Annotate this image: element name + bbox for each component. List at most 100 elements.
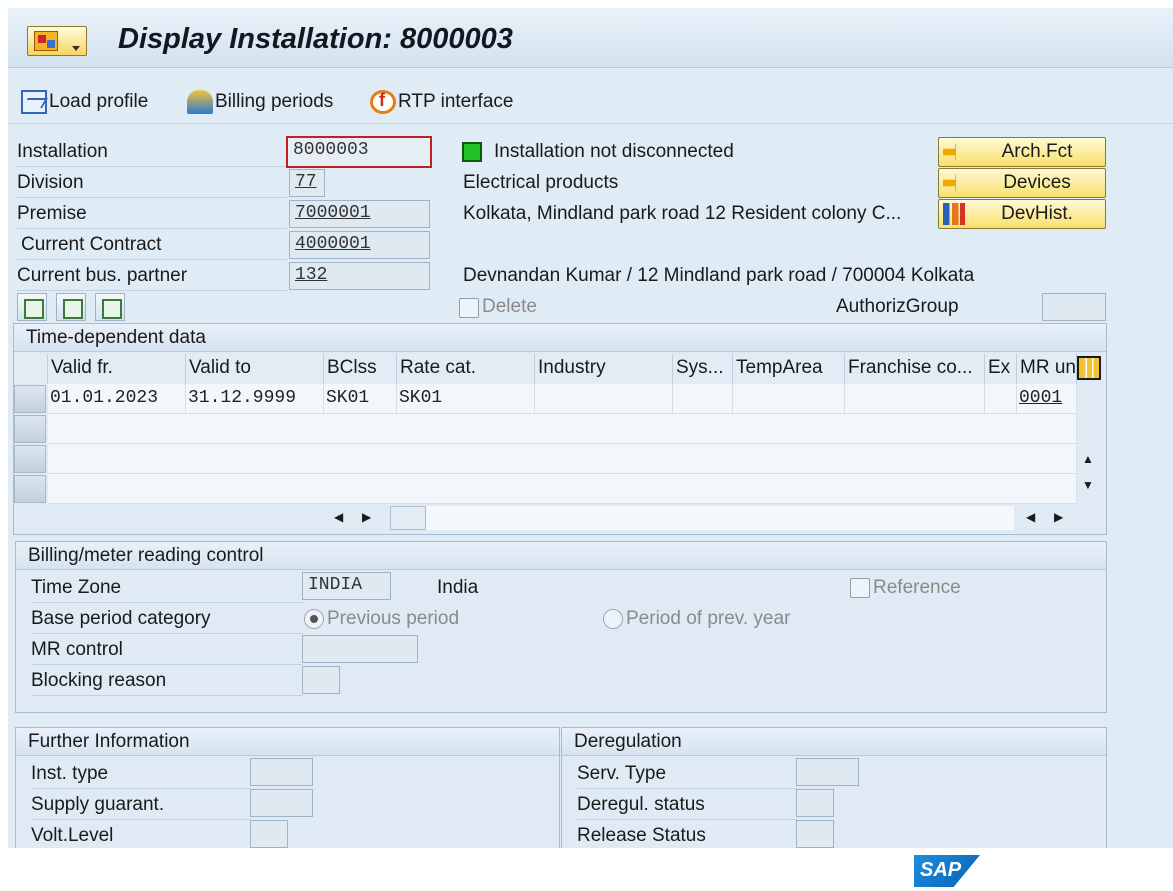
column-header[interactable]: Valid fr. bbox=[48, 354, 186, 384]
time-zone-value: INDIA bbox=[308, 575, 363, 595]
copy-entry-icon[interactable] bbox=[17, 293, 47, 321]
time-zone-field[interactable]: INDIA bbox=[302, 572, 391, 600]
system-menu-button[interactable] bbox=[27, 26, 87, 56]
release-status-field[interactable] bbox=[796, 820, 834, 848]
partner-text: Devnandan Kumar / 12 Mindland park road … bbox=[463, 265, 975, 286]
table-cell[interactable]: SK01 bbox=[397, 384, 535, 414]
load-profile-icon bbox=[21, 90, 47, 114]
table-cell[interactable]: 0001 bbox=[1017, 384, 1077, 414]
business-partner-field[interactable]: 132 bbox=[289, 262, 430, 290]
premise-value: 7000001 bbox=[295, 203, 371, 223]
division-field[interactable]: 77 bbox=[289, 169, 325, 197]
column-header[interactable]: BClss bbox=[324, 354, 397, 384]
table-cell[interactable] bbox=[673, 384, 733, 414]
premise-label: Premise bbox=[17, 203, 87, 224]
arrow-right-icon bbox=[943, 174, 965, 192]
rtp-interface-button[interactable]: RTP interface bbox=[370, 90, 513, 114]
row-divider bbox=[577, 788, 797, 789]
installation-value: 8000003 bbox=[293, 140, 369, 160]
previous-period-radio[interactable] bbox=[304, 609, 324, 629]
table-cell[interactable] bbox=[845, 384, 985, 414]
column-header[interactable]: Industry bbox=[535, 354, 673, 384]
row-selector[interactable] bbox=[14, 415, 46, 443]
row-divider bbox=[31, 602, 303, 603]
column-header[interactable]: MR un bbox=[1017, 354, 1077, 384]
volt-level-field[interactable] bbox=[250, 820, 288, 848]
billing-periods-button[interactable]: Billing periods bbox=[187, 90, 333, 114]
time-dependent-title: Time-dependent data bbox=[26, 327, 206, 348]
load-profile-button[interactable]: Load profile bbox=[21, 90, 148, 114]
billing-periods-icon bbox=[187, 90, 213, 114]
dropdown-arrow-icon bbox=[72, 46, 80, 51]
title-bar: Display Installation: 8000003 bbox=[8, 8, 1173, 68]
table-cell[interactable] bbox=[535, 384, 673, 414]
sap-logo: SAP bbox=[914, 855, 980, 887]
authoriz-group-field[interactable] bbox=[1042, 293, 1106, 321]
row-divider bbox=[17, 228, 287, 229]
column-header[interactable]: TempArea bbox=[733, 354, 845, 384]
rtp-interface-icon bbox=[370, 90, 396, 114]
scroll-right-icon[interactable]: ▶ bbox=[362, 510, 371, 524]
row-divider bbox=[17, 290, 287, 291]
table-row-empty[interactable] bbox=[48, 414, 1077, 444]
deregulation-title: Deregulation bbox=[574, 731, 682, 752]
row-selector[interactable] bbox=[14, 385, 46, 413]
division-label: Division bbox=[17, 172, 84, 193]
table-cell[interactable] bbox=[985, 384, 1017, 414]
current-contract-value: 4000001 bbox=[295, 234, 371, 254]
scroll-left-icon[interactable]: ◀ bbox=[1026, 510, 1035, 524]
horizontal-scroll-track[interactable] bbox=[426, 506, 1014, 530]
table-row-empty[interactable] bbox=[48, 444, 1077, 474]
row-divider bbox=[17, 197, 287, 198]
table-cell[interactable]: 01.01.2023 bbox=[48, 384, 186, 414]
arrow-right-icon bbox=[943, 143, 965, 161]
table-settings-icon[interactable] bbox=[1077, 356, 1101, 380]
billing-control-title: Billing/meter reading control bbox=[28, 545, 264, 566]
inst-type-field[interactable] bbox=[250, 758, 313, 786]
devices-button[interactable]: Devices bbox=[938, 168, 1106, 198]
scroll-left-icon[interactable]: ◀ bbox=[334, 510, 343, 524]
column-header[interactable]: Ex bbox=[985, 354, 1017, 384]
reference-checkbox[interactable] bbox=[850, 578, 870, 598]
table-cell[interactable] bbox=[733, 384, 845, 414]
division-value: 77 bbox=[295, 172, 317, 192]
column-header[interactable]: Franchise co... bbox=[845, 354, 985, 384]
prev-year-radio[interactable] bbox=[603, 609, 623, 629]
delete-checkbox[interactable] bbox=[459, 298, 479, 318]
division-text: Electrical products bbox=[463, 172, 619, 193]
select-all-cell[interactable] bbox=[14, 354, 48, 384]
dereg-status-field[interactable] bbox=[796, 789, 834, 817]
column-header[interactable]: Valid to bbox=[186, 354, 324, 384]
scroll-up-icon[interactable]: ▲ bbox=[1082, 452, 1094, 466]
horizontal-scroll-thumb[interactable] bbox=[390, 506, 426, 530]
release-status-label: Release Status bbox=[577, 825, 706, 846]
column-header[interactable]: Sys... bbox=[673, 354, 733, 384]
row-divider bbox=[31, 819, 251, 820]
deregulation-group: Deregulation Serv. Type Deregul. status … bbox=[561, 727, 1107, 848]
installation-status-text: Installation not disconnected bbox=[494, 141, 734, 162]
premise-field[interactable]: 7000001 bbox=[289, 200, 430, 228]
serv-type-label: Serv. Type bbox=[577, 763, 667, 784]
serv-type-field[interactable] bbox=[796, 758, 859, 786]
base-period-label: Base period category bbox=[31, 608, 211, 629]
table-row-empty[interactable] bbox=[48, 474, 1077, 504]
insert-row-icon[interactable] bbox=[56, 293, 86, 321]
row-divider bbox=[17, 259, 287, 260]
row-selector[interactable] bbox=[14, 445, 46, 473]
blocking-reason-field[interactable] bbox=[302, 666, 340, 694]
table-cell[interactable]: SK01 bbox=[324, 384, 397, 414]
scroll-down-icon[interactable]: ▼ bbox=[1082, 478, 1094, 492]
devhist-button[interactable]: DevHist. bbox=[938, 199, 1106, 229]
mr-control-field[interactable] bbox=[302, 635, 418, 663]
application-toolbar: Load profile Billing periods RTP interfa… bbox=[8, 68, 1173, 124]
devices-label: Devices bbox=[1003, 172, 1071, 193]
details-icon[interactable] bbox=[95, 293, 125, 321]
current-contract-field[interactable]: 4000001 bbox=[289, 231, 430, 259]
column-header[interactable]: Rate cat. bbox=[397, 354, 535, 384]
arch-fct-button[interactable]: Arch.Fct bbox=[938, 137, 1106, 167]
installation-field[interactable]: 8000003 bbox=[286, 136, 432, 168]
table-cell[interactable]: 31.12.9999 bbox=[186, 384, 324, 414]
supply-guarant-field[interactable] bbox=[250, 789, 313, 817]
row-selector[interactable] bbox=[14, 475, 46, 503]
scroll-right-icon[interactable]: ▶ bbox=[1054, 510, 1063, 524]
